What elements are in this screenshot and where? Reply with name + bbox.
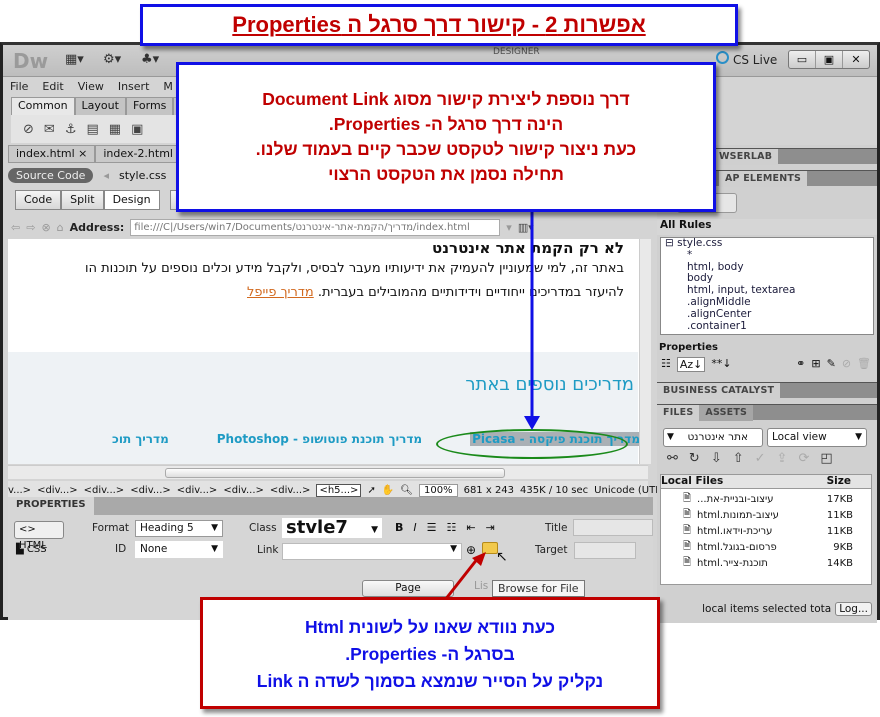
callout-line: כעת נוודא שאנו על לשונית Html [304,617,556,637]
callout-line: בסרגל ה- Properties. [345,644,515,664]
blue-arrow-head [524,416,540,430]
title-callout: אפשרות 2 - קישור דרך סרגל ה Properties [140,4,738,46]
callout-line: תחילה נסמן את הטקסט הרצוי [328,164,564,184]
red-arrow-line [443,557,480,601]
callout-line: כעת ניצור קישור לטקסט שכבר קיים בעמוד של… [255,139,637,159]
callout-line: דרך נוספת ליצירת קישור מסוג Document Lin… [262,89,630,109]
instruction-callout-bottom: כעת נוודא שאנו על לשונית Html בסרגל ה- P… [200,597,660,709]
instruction-callout-top: דרך נוספת ליצירת קישור מסוג Document Lin… [176,62,716,212]
callout-line: הינה דרך סרגל ה- Properties. [328,114,564,134]
callout-line: נקליק על הסייר שנמצא בסמוך לשדה ה Link [256,671,604,691]
